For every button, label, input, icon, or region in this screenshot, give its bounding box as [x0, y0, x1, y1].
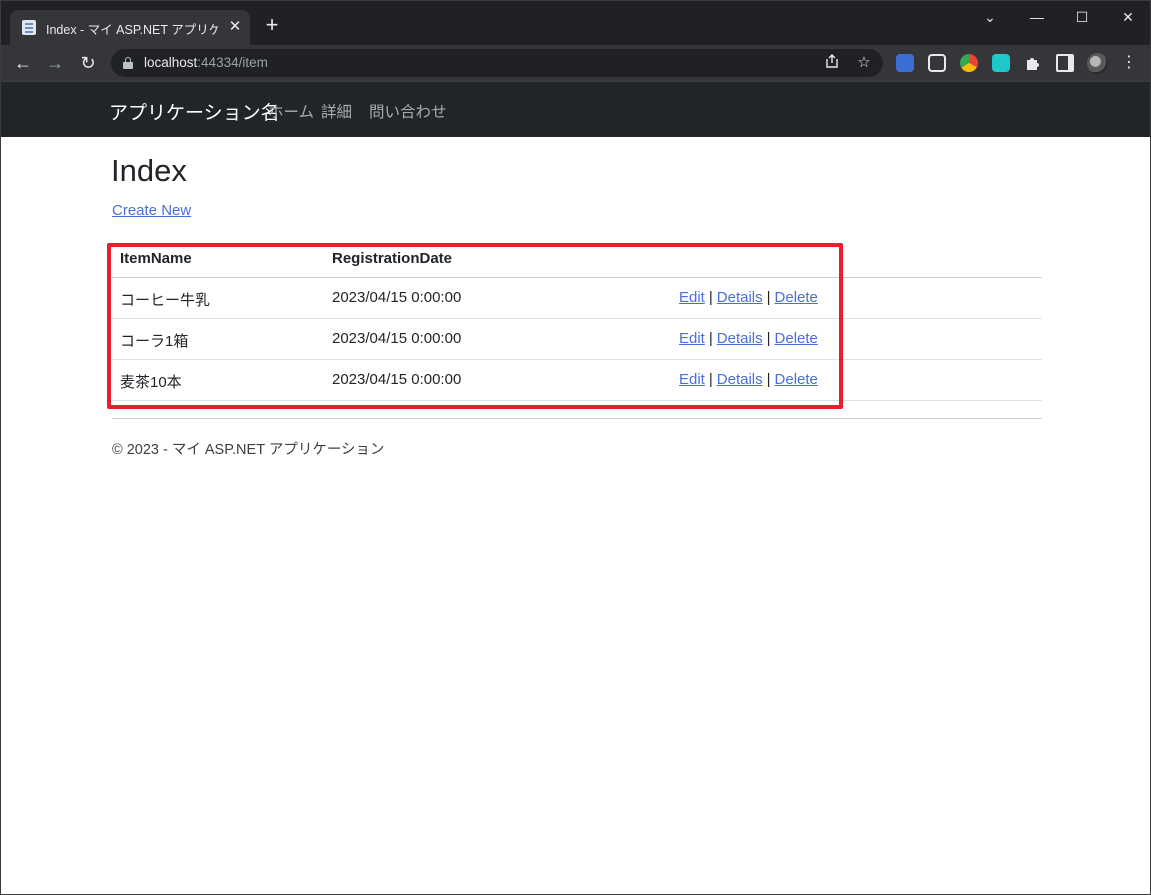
- table-row: 麦茶10本 2023/04/15 0:00:00 Edit | Details | De…: [112, 360, 1042, 401]
- url-text[interactable]: localhost:44334/item: [144, 55, 268, 70]
- delete-link[interactable]: Delete: [775, 371, 818, 388]
- registration-date-cell: 2023/04/15 0:00:00: [332, 330, 462, 347]
- table-row: コーヒー牛乳 2023/04/15 0:00:00 Edit | Details | D…: [112, 278, 1042, 319]
- puzzle-extensions-icon[interactable]: [1024, 54, 1042, 72]
- action-separator: |: [766, 330, 771, 347]
- minimize-button[interactable]: —: [1027, 9, 1047, 25]
- page-favicon-icon: [22, 20, 36, 35]
- table-row: コーラ1箱 2023/04/15 0:00:00 Edit | Details | De…: [112, 319, 1042, 360]
- bookmark-star-icon[interactable]: ☆: [854, 53, 874, 73]
- site-brand-link[interactable]: アプリケーション名: [109, 98, 280, 125]
- action-separator: |: [708, 289, 713, 306]
- lock-icon[interactable]: [123, 57, 133, 69]
- item-name-cell: 麦茶10本: [120, 374, 182, 391]
- new-tab-button[interactable]: +: [262, 14, 282, 36]
- teal-extension-icon[interactable]: [992, 54, 1010, 72]
- action-separator: |: [708, 371, 713, 388]
- nav-link-contact[interactable]: 問い合わせ: [369, 100, 447, 122]
- column-header-itemname: ItemName: [120, 250, 192, 267]
- tab-close-icon[interactable]: ✕: [227, 18, 243, 36]
- maximize-button[interactable]: ☐: [1072, 9, 1092, 25]
- details-link[interactable]: Details: [717, 330, 763, 347]
- footer-text: © 2023 - マイ ASP.NET アプリケーション: [112, 442, 385, 458]
- back-button[interactable]: ←: [11, 51, 35, 75]
- action-separator: |: [708, 330, 713, 347]
- tab-title: Index - マイ ASP.NET アプリケーション: [46, 23, 218, 37]
- row-actions: Edit | Details | Delete: [679, 371, 818, 388]
- row-actions: Edit | Details | Delete: [679, 289, 818, 306]
- forward-button[interactable]: →: [43, 51, 67, 75]
- nav-link-home[interactable]: ホーム: [268, 100, 314, 122]
- row-actions: Edit | Details | Delete: [679, 330, 818, 347]
- item-name-cell: コーラ1箱: [120, 333, 189, 350]
- footer-divider: [112, 418, 1042, 419]
- items-table: ItemName RegistrationDate コーヒー牛乳 2023/04…: [112, 241, 1042, 401]
- profile-avatar[interactable]: [1087, 53, 1108, 74]
- tab-search-chevron-icon[interactable]: ⌄: [980, 9, 1000, 25]
- close-window-button[interactable]: ✕: [1118, 9, 1138, 25]
- action-separator: |: [766, 371, 771, 388]
- edit-link[interactable]: Edit: [679, 289, 705, 306]
- edit-link[interactable]: Edit: [679, 371, 705, 388]
- page-title: Index: [111, 153, 187, 188]
- column-header-registrationdate: RegistrationDate: [332, 250, 453, 267]
- browser-toolbar: ← → ↻ localhost:44334/item ☆ ⋮: [1, 45, 1150, 81]
- chrome-color-extension-icon[interactable]: [960, 54, 978, 72]
- action-separator: |: [766, 289, 771, 306]
- registration-date-cell: 2023/04/15 0:00:00: [332, 371, 462, 388]
- browser-tab[interactable]: Index - マイ ASP.NET アプリケーション ✕: [10, 10, 250, 45]
- translate-extension-icon[interactable]: [896, 54, 914, 72]
- table-header-row: ItemName RegistrationDate: [112, 241, 1042, 278]
- reload-button[interactable]: ↻: [76, 51, 100, 75]
- web-page: アプリケーション名 ホーム 詳細 問い合わせ Index Create New …: [1, 81, 1150, 894]
- item-name-cell: コーヒー牛乳: [120, 292, 211, 309]
- side-panel-icon[interactable]: [1056, 54, 1074, 72]
- browser-window: Index - マイ ASP.NET アプリケーション ✕ + ⌄ — ☐ ✕ …: [0, 0, 1151, 895]
- media-extension-icon[interactable]: [928, 54, 946, 72]
- create-new-link[interactable]: Create New: [112, 202, 191, 219]
- tab-strip: Index - マイ ASP.NET アプリケーション ✕ + ⌄ — ☐ ✕: [1, 1, 1150, 45]
- edit-link[interactable]: Edit: [679, 330, 705, 347]
- share-icon[interactable]: [822, 53, 842, 73]
- site-navbar: アプリケーション名 ホーム 詳細 問い合わせ: [1, 81, 1150, 137]
- delete-link[interactable]: Delete: [775, 330, 818, 347]
- menu-dots-icon[interactable]: ⋮: [1121, 51, 1137, 75]
- details-link[interactable]: Details: [717, 371, 763, 388]
- address-bar[interactable]: localhost:44334/item ☆: [111, 49, 883, 77]
- delete-link[interactable]: Delete: [775, 289, 818, 306]
- registration-date-cell: 2023/04/15 0:00:00: [332, 289, 462, 306]
- nav-link-details[interactable]: 詳細: [321, 100, 352, 122]
- details-link[interactable]: Details: [717, 289, 763, 306]
